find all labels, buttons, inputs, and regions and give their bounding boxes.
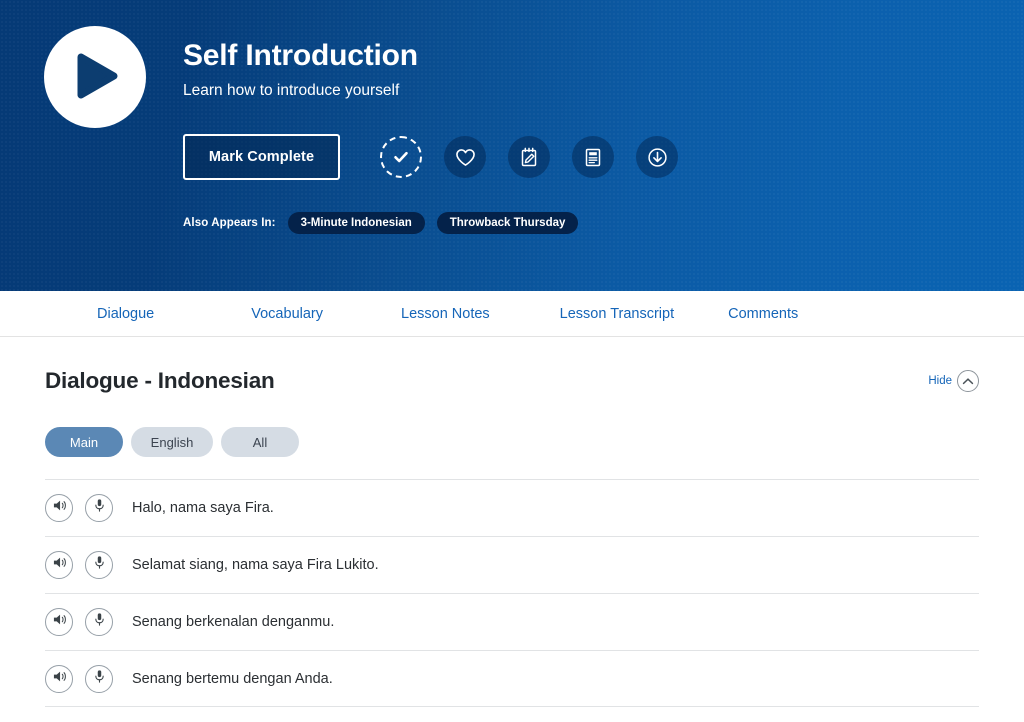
speaker-icon — [52, 613, 67, 631]
tab-vocabulary[interactable]: Vocabulary — [251, 306, 323, 322]
microphone-icon — [94, 498, 105, 518]
dialogue-text: Senang bertemu dengan Anda. — [132, 670, 333, 687]
microphone-icon — [94, 669, 105, 689]
dialogue-row: Senang bertemu dengan Anda. — [45, 650, 979, 707]
notes-button[interactable] — [508, 136, 550, 178]
record-audio-button[interactable] — [85, 664, 113, 693]
chevron-up-circle-icon — [957, 370, 979, 392]
filter-pill-main[interactable]: Main — [45, 427, 123, 457]
play-audio-button[interactable] — [45, 664, 73, 693]
section-header: Dialogue - Indonesian Hide — [45, 337, 979, 403]
play-audio-button[interactable] — [45, 494, 73, 522]
hero-action-row: Mark Complete — [183, 134, 678, 180]
hide-section-toggle[interactable]: Hide — [928, 370, 979, 392]
speaker-icon — [52, 499, 67, 517]
lesson-tab-bar: Dialogue Vocabulary Lesson Notes Lesson … — [0, 291, 1024, 337]
dialogue-row: Selamat siang, nama saya Fira Lukito. — [45, 536, 979, 593]
lesson-notes-icon — [584, 147, 602, 168]
appears-chip-1[interactable]: Throwback Thursday — [436, 212, 579, 234]
dialogue-text: Senang berkenalan denganmu. — [132, 614, 335, 630]
speaker-icon — [52, 670, 67, 688]
page-title: Self Introduction — [183, 39, 418, 72]
dialogue-row: Halo, nama saya Fira. — [45, 479, 979, 536]
dialogue-text: Selamat siang, nama saya Fira Lukito. — [132, 557, 379, 573]
tab-comments[interactable]: Comments — [728, 306, 798, 322]
favorite-button[interactable] — [444, 136, 486, 178]
dialogue-line-list: Halo, nama saya Fira. Selamat siang, nam… — [45, 479, 979, 707]
microphone-icon — [94, 555, 105, 575]
microphone-icon — [94, 612, 105, 632]
dialogue-section: Dialogue - Indonesian Hide Main English … — [0, 337, 1024, 707]
record-audio-button[interactable] — [85, 494, 113, 522]
record-audio-button[interactable] — [85, 608, 113, 636]
also-appears-in-label: Also Appears In: — [183, 217, 276, 229]
tab-dialogue[interactable]: Dialogue — [97, 306, 154, 322]
dialogue-text: Halo, nama saya Fira. — [132, 500, 274, 516]
hide-label: Hide — [928, 375, 952, 387]
notepad-pencil-icon — [519, 147, 539, 168]
lesson-hero-banner: Self Introduction Learn how to introduce… — [0, 0, 1024, 291]
speaker-icon — [52, 556, 67, 574]
tab-lesson-notes[interactable]: Lesson Notes — [401, 306, 490, 322]
play-audio-button[interactable] — [45, 608, 73, 636]
also-appears-in-row: Also Appears In: 3-Minute Indonesian Thr… — [183, 212, 590, 234]
heart-icon — [455, 148, 476, 167]
mark-complete-button[interactable]: Mark Complete — [183, 134, 340, 180]
check-circle-dashed-icon-button[interactable] — [380, 136, 422, 178]
dialogue-filter-pills: Main English All — [45, 427, 979, 457]
download-button[interactable] — [636, 136, 678, 178]
lesson-page: Self Introduction Learn how to introduce… — [0, 0, 1024, 722]
section-title: Dialogue - Indonesian — [45, 368, 275, 393]
dialogue-row: Senang berkenalan denganmu. — [45, 593, 979, 650]
play-icon — [70, 53, 120, 101]
filter-pill-all[interactable]: All — [221, 427, 299, 457]
lesson-notes-button[interactable] — [572, 136, 614, 178]
record-audio-button[interactable] — [85, 551, 113, 579]
tab-lesson-transcript[interactable]: Lesson Transcript — [560, 306, 674, 322]
play-button[interactable] — [44, 26, 146, 128]
filter-pill-english[interactable]: English — [131, 427, 213, 457]
check-circle-dashed-icon — [391, 147, 411, 167]
appears-chip-0[interactable]: 3-Minute Indonesian — [287, 212, 425, 234]
download-icon — [647, 147, 668, 168]
play-audio-button[interactable] — [45, 551, 73, 579]
page-subtitle: Learn how to introduce yourself — [183, 82, 400, 99]
